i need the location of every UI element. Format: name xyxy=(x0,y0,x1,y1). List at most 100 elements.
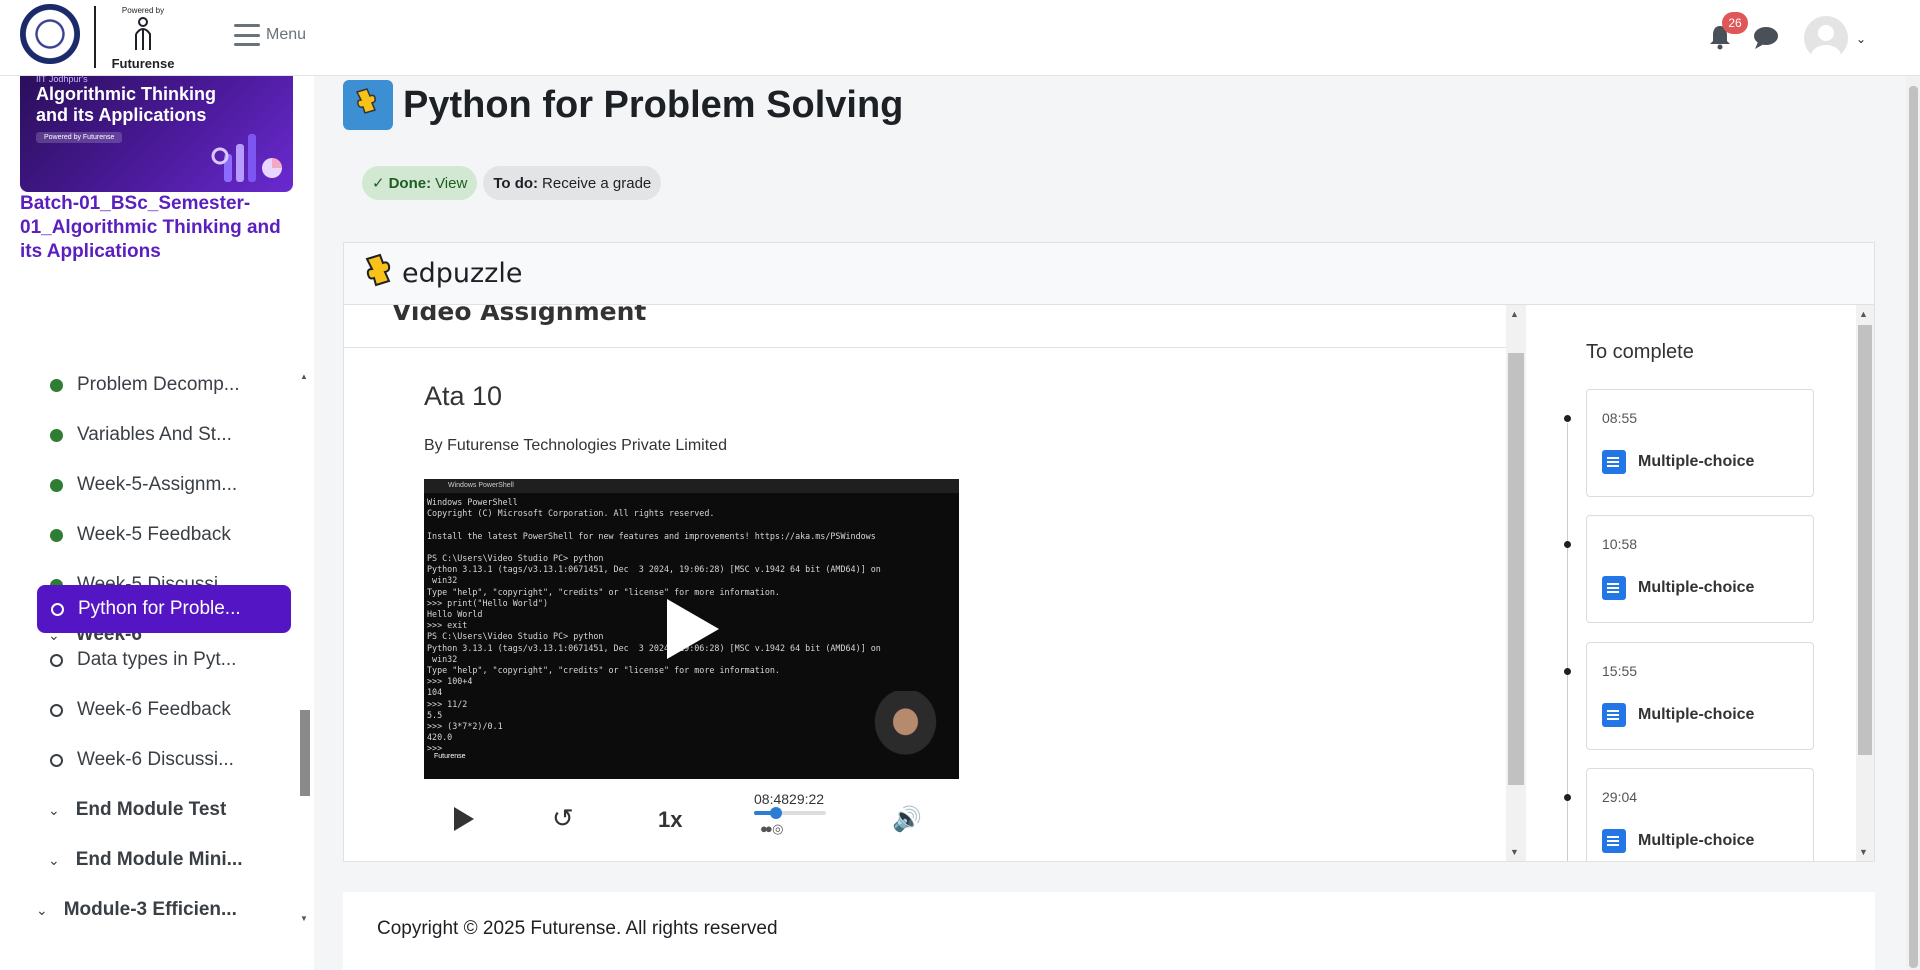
checkmark-icon: ✓ xyxy=(372,175,385,192)
to-complete-panel: To complete 08:55 Multiple-choice 10:58 … xyxy=(1526,305,1874,861)
list-icon xyxy=(1602,703,1626,727)
question-type: Multiple-choice xyxy=(1602,703,1754,727)
sidebar-section-end-module-mini[interactable]: ⌄ End Module Mini... xyxy=(48,835,243,885)
sidebar-module-3[interactable]: ⌄ Module-3 Efficien... xyxy=(36,885,237,935)
sidebar-section-end-module-test[interactable]: ⌄ End Module Test xyxy=(48,785,226,835)
chevron-down-icon: ⌄ xyxy=(48,801,60,818)
play-icon[interactable] xyxy=(454,807,474,831)
sidebar-item-label: Data types in Pyt... xyxy=(77,649,237,670)
logo-divider xyxy=(94,6,96,68)
sidebar-section-label: End Module Test xyxy=(75,799,227,820)
question-type-label: Multiple-choice xyxy=(1638,706,1755,723)
edpuzzle-puzzle-icon xyxy=(365,253,391,287)
timeline-dot xyxy=(1564,541,1571,548)
terminal-titlebar: Windows PowerShell xyxy=(424,479,959,493)
top-navbar: Powered by Futurense Menu 26 ⌄ xyxy=(0,0,1920,76)
done-value: View xyxy=(435,174,468,192)
course-sidebar: IIT Jodhpur's Algorithmic Thinking and i… xyxy=(0,76,314,970)
to-complete-scroll-down-arrow[interactable]: ▼ xyxy=(1859,847,1868,857)
divider xyxy=(344,347,1506,348)
video-author: By Futurense Technologies Private Limite… xyxy=(424,437,727,454)
sidebar-module-label: Module-3 Efficien... xyxy=(63,899,237,920)
video-player[interactable]: Windows PowerShell Windows PowerShell Co… xyxy=(424,479,959,779)
list-icon xyxy=(1602,450,1626,474)
video-assignment-area: Video Assignment Ata 10 By Futurense Tec… xyxy=(344,305,1506,861)
playback-speed-button[interactable]: 1x xyxy=(658,807,682,833)
user-avatar[interactable] xyxy=(1804,16,1848,60)
todo-value: Receive a grade xyxy=(542,174,652,192)
page-footer: Copyright © 2025 Futurense. All rights r… xyxy=(343,892,1875,970)
sidebar-item-week5-feedback[interactable]: Week-5 Feedback xyxy=(36,510,291,560)
chevron-down-icon: ⌄ xyxy=(48,851,60,868)
play-overlay-icon[interactable] xyxy=(667,599,719,659)
progress-knob[interactable] xyxy=(769,807,782,819)
question-type-label: Multiple-choice xyxy=(1638,832,1755,849)
todo-badge: To do: Receive a grade xyxy=(483,166,662,200)
list-icon xyxy=(1602,829,1626,853)
analytics-illustration-icon xyxy=(211,134,282,182)
incomplete-circle-icon xyxy=(51,602,64,616)
completed-dot-icon xyxy=(50,478,63,492)
menu-label: Menu xyxy=(266,26,307,43)
avatar-silhouette-icon xyxy=(1811,25,1841,60)
to-complete-scroll-up-arrow[interactable]: ▲ xyxy=(1859,309,1868,319)
activity-header: Python for Problem Solving xyxy=(343,80,903,130)
done-label: Done: xyxy=(388,174,432,192)
sidebar-item-variables[interactable]: Variables And St... xyxy=(36,410,291,460)
sidebar-scrollbar-thumb[interactable] xyxy=(300,710,310,796)
edpuzzle-embed-panel: edpuzzle Video Assignment Ata 10 By Futu… xyxy=(343,242,1875,862)
sidebar-item-python-problem-solving[interactable]: Python for Proble... xyxy=(37,585,291,633)
course-banner-image: IIT Jodhpur's Algorithmic Thinking and i… xyxy=(20,76,293,192)
sidebar-item-week6-feedback[interactable]: Week-6 Feedback xyxy=(36,685,291,735)
to-complete-scrollbar-thumb[interactable] xyxy=(1858,325,1872,755)
replay-icon[interactable]: ↺ xyxy=(552,805,574,831)
institute-seal-logo[interactable] xyxy=(20,4,80,64)
content-scroll-up-arrow[interactable]: ▲ xyxy=(1510,309,1519,319)
sidebar-item-label: Problem Decomp... xyxy=(77,374,240,395)
menu-button[interactable]: Menu xyxy=(234,24,306,46)
sidebar-item-label: Week-5-Assignm... xyxy=(77,474,238,495)
section-title: Video Assignment xyxy=(392,305,647,326)
volume-icon[interactable]: 🔊 xyxy=(892,805,922,834)
done-badge: ✓ Done: View xyxy=(362,166,478,200)
sidebar-item-week5-assignment[interactable]: Week-5-Assignm... xyxy=(36,460,291,510)
question-time: 29:04 xyxy=(1602,789,1638,805)
question-card[interactable]: 10:58 Multiple-choice xyxy=(1586,515,1814,623)
timeline-dot xyxy=(1564,794,1571,801)
question-card[interactable]: 15:55 Multiple-choice xyxy=(1586,642,1814,750)
sidebar-item-data-types[interactable]: Data types in Pyt... xyxy=(36,635,291,685)
banner-subtitle: IIT Jodhpur's xyxy=(36,76,88,84)
sidebar-item-label: Week-5 Feedback xyxy=(77,524,231,545)
sidebar-scroll-up-arrow[interactable]: ▲ xyxy=(300,372,308,381)
chat-bubble-icon[interactable] xyxy=(1752,26,1780,50)
page-scrollbar-thumb[interactable] xyxy=(1909,86,1918,968)
progress-bar[interactable] xyxy=(754,807,826,819)
question-type: Multiple-choice xyxy=(1602,576,1754,600)
page-title: Python for Problem Solving xyxy=(403,83,904,126)
chevron-down-icon: ⌄ xyxy=(36,901,48,918)
incomplete-circle-icon xyxy=(50,753,63,767)
chevron-down-icon[interactable]: ⌄ xyxy=(1856,32,1866,46)
list-icon xyxy=(1602,576,1626,600)
notification-badge: 26 xyxy=(1722,12,1748,34)
sidebar-item-problem-decomposition[interactable]: Problem Decomp... xyxy=(36,360,291,410)
video-title: Ata 10 xyxy=(424,381,503,411)
question-card[interactable]: 08:55 Multiple-choice xyxy=(1586,389,1814,497)
course-title-link[interactable]: Batch-01_BSc_Semester-01_Algorithmic Thi… xyxy=(20,192,290,264)
video-watermark: Futurense xyxy=(434,753,466,760)
presenter-video-thumbnail xyxy=(852,691,959,779)
sidebar-item-week6-discussion[interactable]: Week-6 Discussi... xyxy=(36,735,291,785)
completed-dot-icon xyxy=(50,528,63,542)
content-scroll-down-arrow[interactable]: ▼ xyxy=(1510,847,1519,857)
futurense-mark-icon xyxy=(135,17,151,50)
sidebar-item-label: Week-6 Feedback xyxy=(77,699,231,720)
timeline-dot xyxy=(1564,668,1571,675)
completed-dot-icon xyxy=(50,378,63,392)
video-controls: ↺ 1x 08:4829:22 ●● ◎ 🔊 xyxy=(424,791,959,847)
sidebar-item-label: Variables And St... xyxy=(77,424,232,445)
edpuzzle-activity-icon xyxy=(343,80,393,130)
sidebar-scroll-down-arrow[interactable]: ▼ xyxy=(300,914,308,923)
content-scrollbar-thumb[interactable] xyxy=(1508,353,1524,785)
question-card[interactable]: 29:04 Multiple-choice xyxy=(1586,768,1814,861)
powered-by-text: Powered by xyxy=(121,6,165,15)
